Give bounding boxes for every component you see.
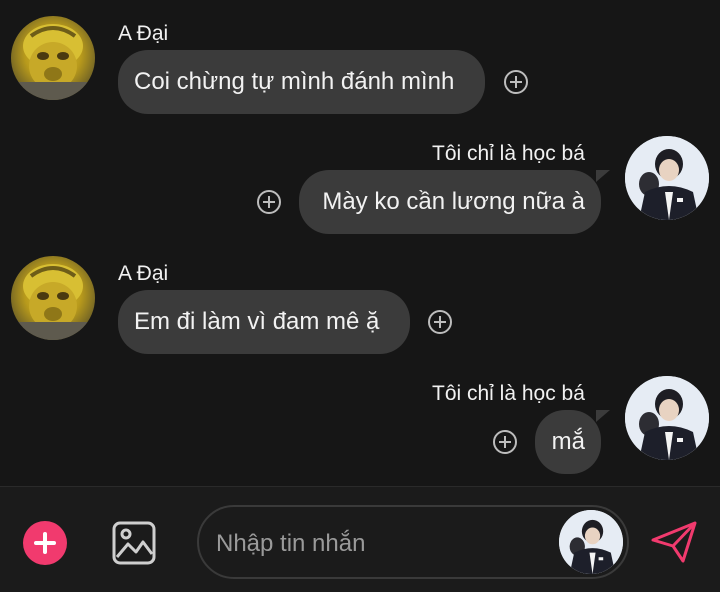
message-bubble[interactable]: mắ <box>535 410 601 474</box>
message-text: Mày ko cần lương nữa à <box>322 188 585 215</box>
sender-name: A Đại <box>118 22 169 45</box>
message-text: mắ <box>551 428 585 455</box>
bubble-tail <box>596 410 610 422</box>
message-composer: Nhập tin nhắn <box>0 486 720 592</box>
user-avatar[interactable] <box>625 136 709 220</box>
monkey-avatar[interactable] <box>11 256 95 340</box>
message-bubble[interactable]: Coi chừng tự mình đánh mình <box>118 50 485 114</box>
message-input[interactable]: Nhập tin nhắn <box>197 505 629 579</box>
sender-name: Tôi chỉ là học bá <box>432 382 585 405</box>
sticker-avatar-icon[interactable] <box>559 510 623 574</box>
monkey-avatar[interactable] <box>11 16 95 100</box>
input-placeholder: Nhập tin nhắn <box>216 530 366 557</box>
sender-name: Tôi chỉ là học bá <box>432 142 585 165</box>
add-reaction-icon[interactable] <box>493 430 517 454</box>
bubble-tail <box>596 170 610 182</box>
add-reaction-icon[interactable] <box>428 310 452 334</box>
message-list[interactable]: A Đại Coi chừng tự mình đánh mình Tôi ch… <box>0 0 720 486</box>
message-text: Em đi làm vì đam mê ặ <box>134 308 380 335</box>
user-avatar[interactable] <box>625 376 709 460</box>
message-text: Coi chừng tự mình đánh mình <box>134 68 455 95</box>
message-bubble[interactable]: Mày ko cần lương nữa à <box>299 170 601 234</box>
plus-icon[interactable] <box>23 521 67 565</box>
sender-name: A Đại <box>118 262 169 285</box>
message-bubble[interactable]: Em đi làm vì đam mê ặ <box>118 290 410 354</box>
add-reaction-icon[interactable] <box>504 70 528 94</box>
add-reaction-icon[interactable] <box>257 190 281 214</box>
image-icon[interactable] <box>111 520 157 566</box>
send-icon[interactable] <box>650 520 698 564</box>
